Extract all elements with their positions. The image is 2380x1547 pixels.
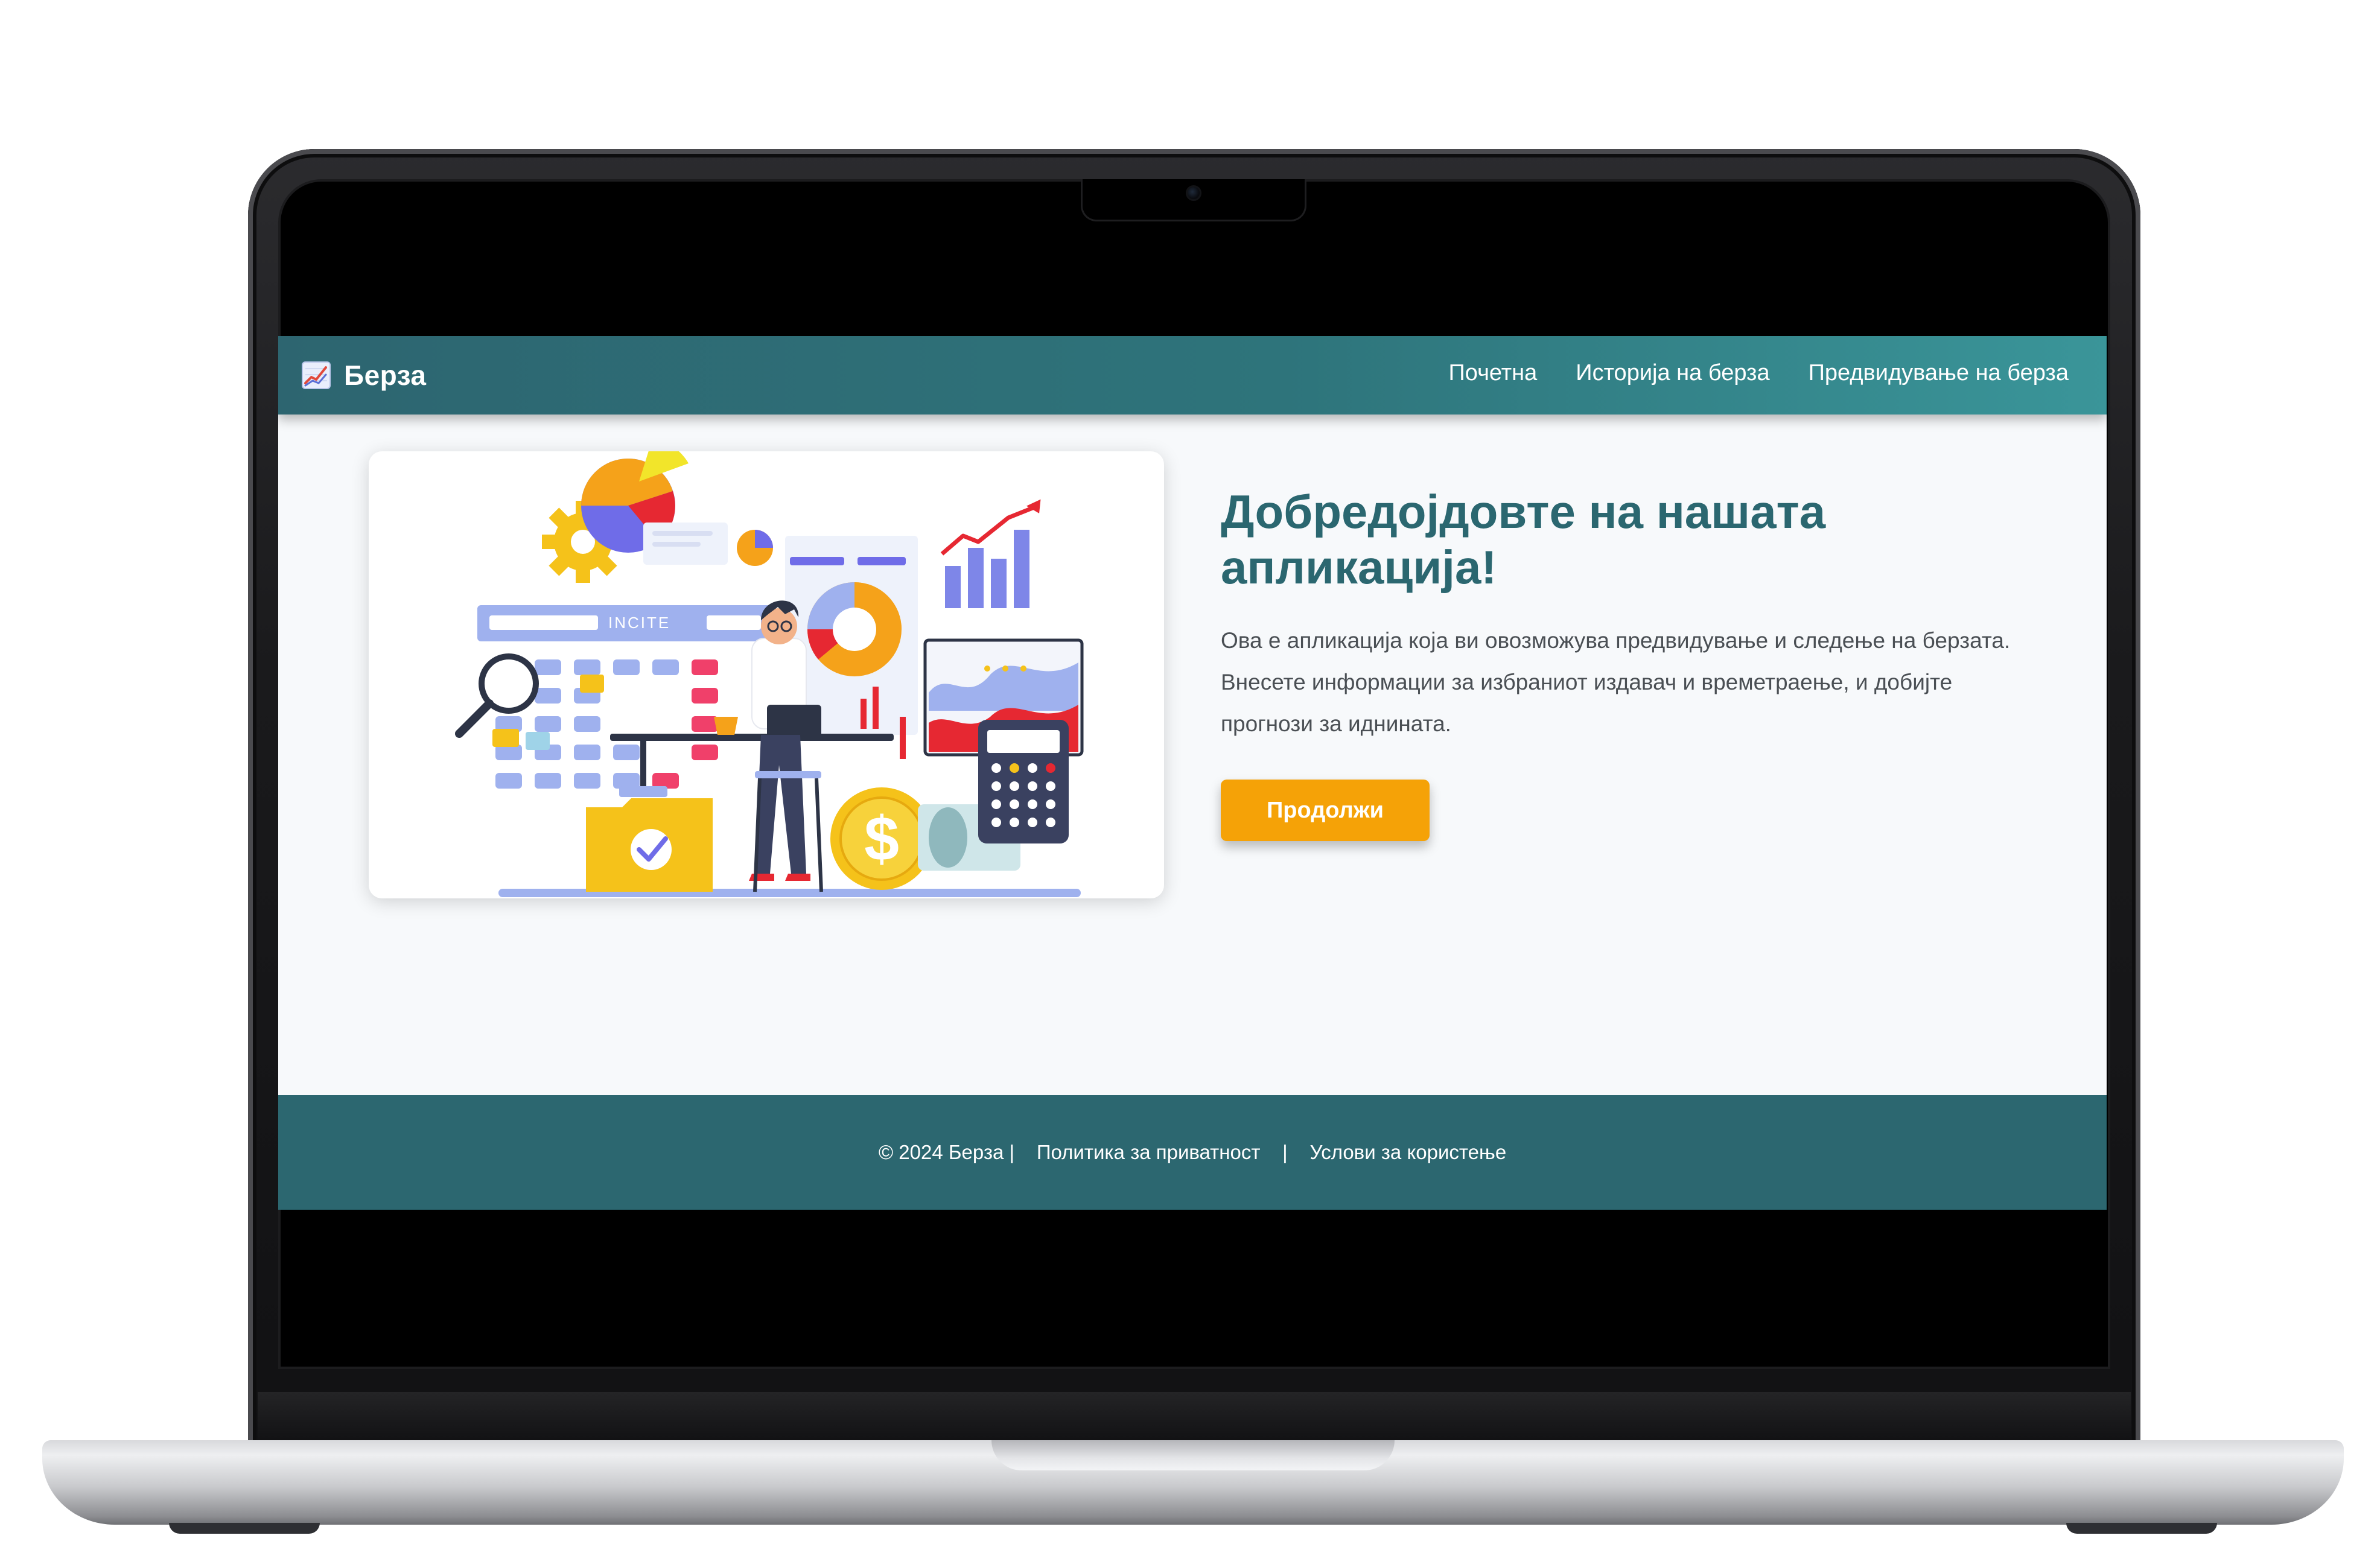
chart-up-icon [302, 361, 331, 389]
browser-viewport: Берза Почетна Историја на берза Предвиду… [278, 336, 2107, 1210]
laptop-foot-right [2066, 1523, 2217, 1534]
dollar-coin-icon: $ [830, 787, 933, 890]
footer: © 2024 Берза | Политика за приватност | … [278, 1095, 2107, 1210]
calculator-icon [978, 720, 1069, 843]
illustration-label: INCITE [608, 614, 670, 632]
donut-chart-illustration [807, 582, 902, 676]
hero-description: Ова е апликација која ви овозможува пред… [1221, 628, 2011, 736]
svg-text:$: $ [864, 804, 899, 874]
camera-icon [1186, 185, 1201, 201]
nav-item-home[interactable]: Почетна [1448, 360, 1537, 386]
brand-name: Берза [344, 360, 427, 391]
nav-item-prediction[interactable]: Предвидување на берза [1809, 360, 2069, 386]
laptop-foot-left [169, 1523, 320, 1534]
footer-separator: | [1009, 1141, 1015, 1163]
footer-separator-gap [1260, 1141, 1282, 1164]
base-thumb-notch [991, 1440, 1395, 1470]
footer-copyright: © 2024 Берза [878, 1141, 1004, 1163]
hero-title: Добредојдовте на нашата апликација! [1221, 485, 1826, 594]
terms-of-use-link[interactable]: Услови за користење [1309, 1141, 1506, 1164]
hero-illustration-card: INCITE $ [369, 451, 1164, 898]
footer-separator-gap [1004, 1141, 1009, 1164]
continue-button[interactable]: Продолжи [1221, 780, 1430, 841]
checkmark-folder-icon [586, 798, 713, 892]
brand-link[interactable]: Берза [302, 359, 426, 392]
footer-separator-gap [1014, 1141, 1037, 1164]
privacy-policy-link[interactable]: Политика за приватност [1037, 1141, 1261, 1164]
finance-illustration: INCITE $ [455, 451, 1084, 897]
footer-separator: | [1282, 1141, 1288, 1163]
bar-chart-illustration [940, 499, 1041, 608]
laptop-hinge [258, 1392, 2131, 1440]
footer-content: © 2024 Берза | Политика за приватност | … [278, 1095, 2107, 1210]
nav-links: Почетна Историја на берза Предвидување н… [1410, 360, 2069, 386]
footer-separator-gap [1288, 1141, 1310, 1164]
nav-item-history[interactable]: Историја на берза [1576, 360, 1769, 386]
navbar: Берза Почетна Историја на берза Предвиду… [278, 336, 2107, 415]
